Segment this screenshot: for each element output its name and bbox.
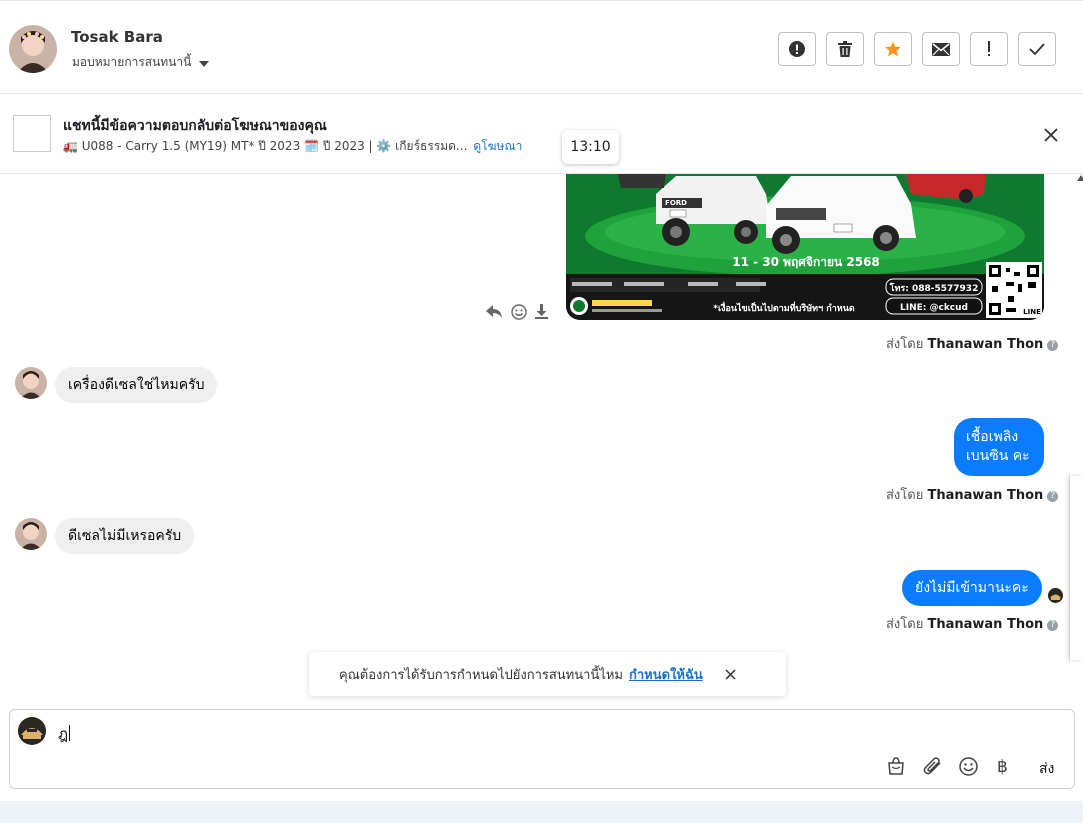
ad-image-attachment[interactable]: FORD 11 - 30 พฤศจิกายน 2568 *เงื่อนไขเป็… xyxy=(566,174,1044,320)
sent-by-label: ส่งโดย Thanawan Thon? xyxy=(886,613,1059,634)
toast-text: คุณต้องการได้รับการกำหนดไปยังการสนทนานี้… xyxy=(339,667,623,683)
ad-date-text: 11 - 30 พฤศจิกายน 2568 xyxy=(732,255,880,269)
outgoing-message[interactable]: ยังไม่มีเข้ามานะคะ xyxy=(902,570,1042,606)
sender-name: Thanawan Thon xyxy=(927,617,1044,632)
mark-done-button[interactable] xyxy=(1018,32,1056,66)
incoming-message[interactable]: ดีเซลไม่มีเหรอครับ xyxy=(55,518,195,554)
shop-button[interactable] xyxy=(887,757,905,780)
attach-button[interactable] xyxy=(923,757,943,780)
contact-avatar-small xyxy=(15,367,47,399)
incoming-message[interactable]: เครื่องดีเซลใช่ไหมครับ xyxy=(55,367,218,403)
sent-by-label: ส่งโดย Thanawan Thon? xyxy=(886,484,1059,505)
sent-by-label: ส่งโดย Thanawan Thon? xyxy=(886,333,1059,354)
ad-banner-subtitle: 🚛 U088 - Carry 1.5 (MY19) MT* ปี 2023 🗓️… xyxy=(63,137,522,156)
trash-icon xyxy=(838,41,852,57)
react-button[interactable] xyxy=(511,304,527,324)
side-panel-edge[interactable] xyxy=(1069,476,1083,660)
close-icon xyxy=(1044,128,1058,142)
close-banner-button[interactable] xyxy=(1044,123,1058,147)
smiley-icon xyxy=(959,757,978,776)
caret-down-icon xyxy=(199,56,210,70)
sent-by-prefix: ส่งโดย xyxy=(886,617,924,632)
conversation-header xyxy=(0,0,1083,94)
help-icon[interactable]: ? xyxy=(1047,620,1059,631)
alert-circle-icon xyxy=(789,41,805,57)
message-line: เบนซิน คะ xyxy=(966,448,1030,464)
payment-button[interactable]: ฿ xyxy=(997,757,1008,777)
assign-suggestion-toast: คุณต้องการได้รับการกำหนดไปยังการสนทนานี้… xyxy=(309,652,786,696)
dismiss-toast-button[interactable] xyxy=(725,668,736,680)
check-icon xyxy=(1029,43,1045,55)
assign-to-me-link[interactable]: กำหนดให้ฉัน xyxy=(629,664,703,685)
exclamation-icon xyxy=(988,41,990,56)
message-input-value: ฎ xyxy=(58,725,69,743)
truck-grille-text: FORD xyxy=(665,199,687,207)
text-caret xyxy=(69,725,71,741)
ad-phone-text: โทร: 088-5577932 xyxy=(889,282,979,294)
message-time-tooltip: 13:10 xyxy=(562,130,619,164)
sent-by-prefix: ส่งโดย xyxy=(886,488,924,503)
help-icon[interactable]: ? xyxy=(1047,340,1059,351)
download-icon xyxy=(535,304,548,319)
star-button[interactable] xyxy=(874,32,912,66)
download-button[interactable] xyxy=(535,304,548,324)
message-input[interactable]: ฎ xyxy=(58,722,71,746)
follow-up-button[interactable] xyxy=(970,32,1008,66)
delete-button[interactable] xyxy=(826,32,864,66)
star-icon xyxy=(885,41,901,57)
sent-by-prefix: ส่งโดย xyxy=(886,337,924,352)
attachment-actions xyxy=(486,304,548,324)
mark-unread-button[interactable] xyxy=(922,32,960,66)
message-line: เชื้อเพลิง xyxy=(966,429,1019,445)
ad-line-text: LINE: @ckcud xyxy=(900,303,968,313)
message-composer[interactable] xyxy=(9,709,1075,789)
sender-name: Thanawan Thon xyxy=(927,337,1044,352)
paperclip-icon xyxy=(923,757,941,775)
send-button[interactable]: ส่ง xyxy=(1039,758,1054,780)
reply-button[interactable] xyxy=(486,304,503,324)
ad-description: 🚛 U088 - Carry 1.5 (MY19) MT* ปี 2023 🗓️… xyxy=(63,139,468,153)
qr-label: LINE xyxy=(1023,308,1041,316)
envelope-icon xyxy=(932,42,950,56)
shopping-bag-icon xyxy=(888,757,904,775)
baht-icon: ฿ xyxy=(997,757,1008,777)
outgoing-message[interactable]: เชื้อเพลิง เบนซิน คะ xyxy=(954,418,1044,476)
emoji-button[interactable] xyxy=(959,757,978,781)
help-icon[interactable]: ? xyxy=(1047,491,1059,502)
smiley-icon xyxy=(511,304,527,320)
close-icon xyxy=(725,668,736,680)
assign-label: มอบหมายการสนทนานี้ xyxy=(72,55,192,69)
footer-strip xyxy=(0,801,1083,823)
spam-button[interactable] xyxy=(778,32,816,66)
assign-dropdown[interactable]: มอบหมายการสนทนานี้ xyxy=(72,53,210,72)
sender-name: Thanawan Thon xyxy=(927,488,1044,503)
contact-name[interactable]: Tosak Bara xyxy=(71,28,163,46)
page-avatar xyxy=(18,717,46,745)
reply-icon xyxy=(486,305,502,318)
seen-avatar xyxy=(1048,588,1063,603)
contact-avatar[interactable] xyxy=(9,25,57,73)
contact-avatar-small xyxy=(15,518,47,550)
scroll-up-arrow-icon[interactable] xyxy=(1077,175,1083,181)
view-ad-link[interactable]: ดูโฆษณา xyxy=(473,139,522,153)
ad-banner-title: แชทนี้มีข้อความตอบกลับต่อโฆษณาของคุณ xyxy=(63,118,327,134)
ad-thumbnail[interactable] xyxy=(13,115,51,152)
